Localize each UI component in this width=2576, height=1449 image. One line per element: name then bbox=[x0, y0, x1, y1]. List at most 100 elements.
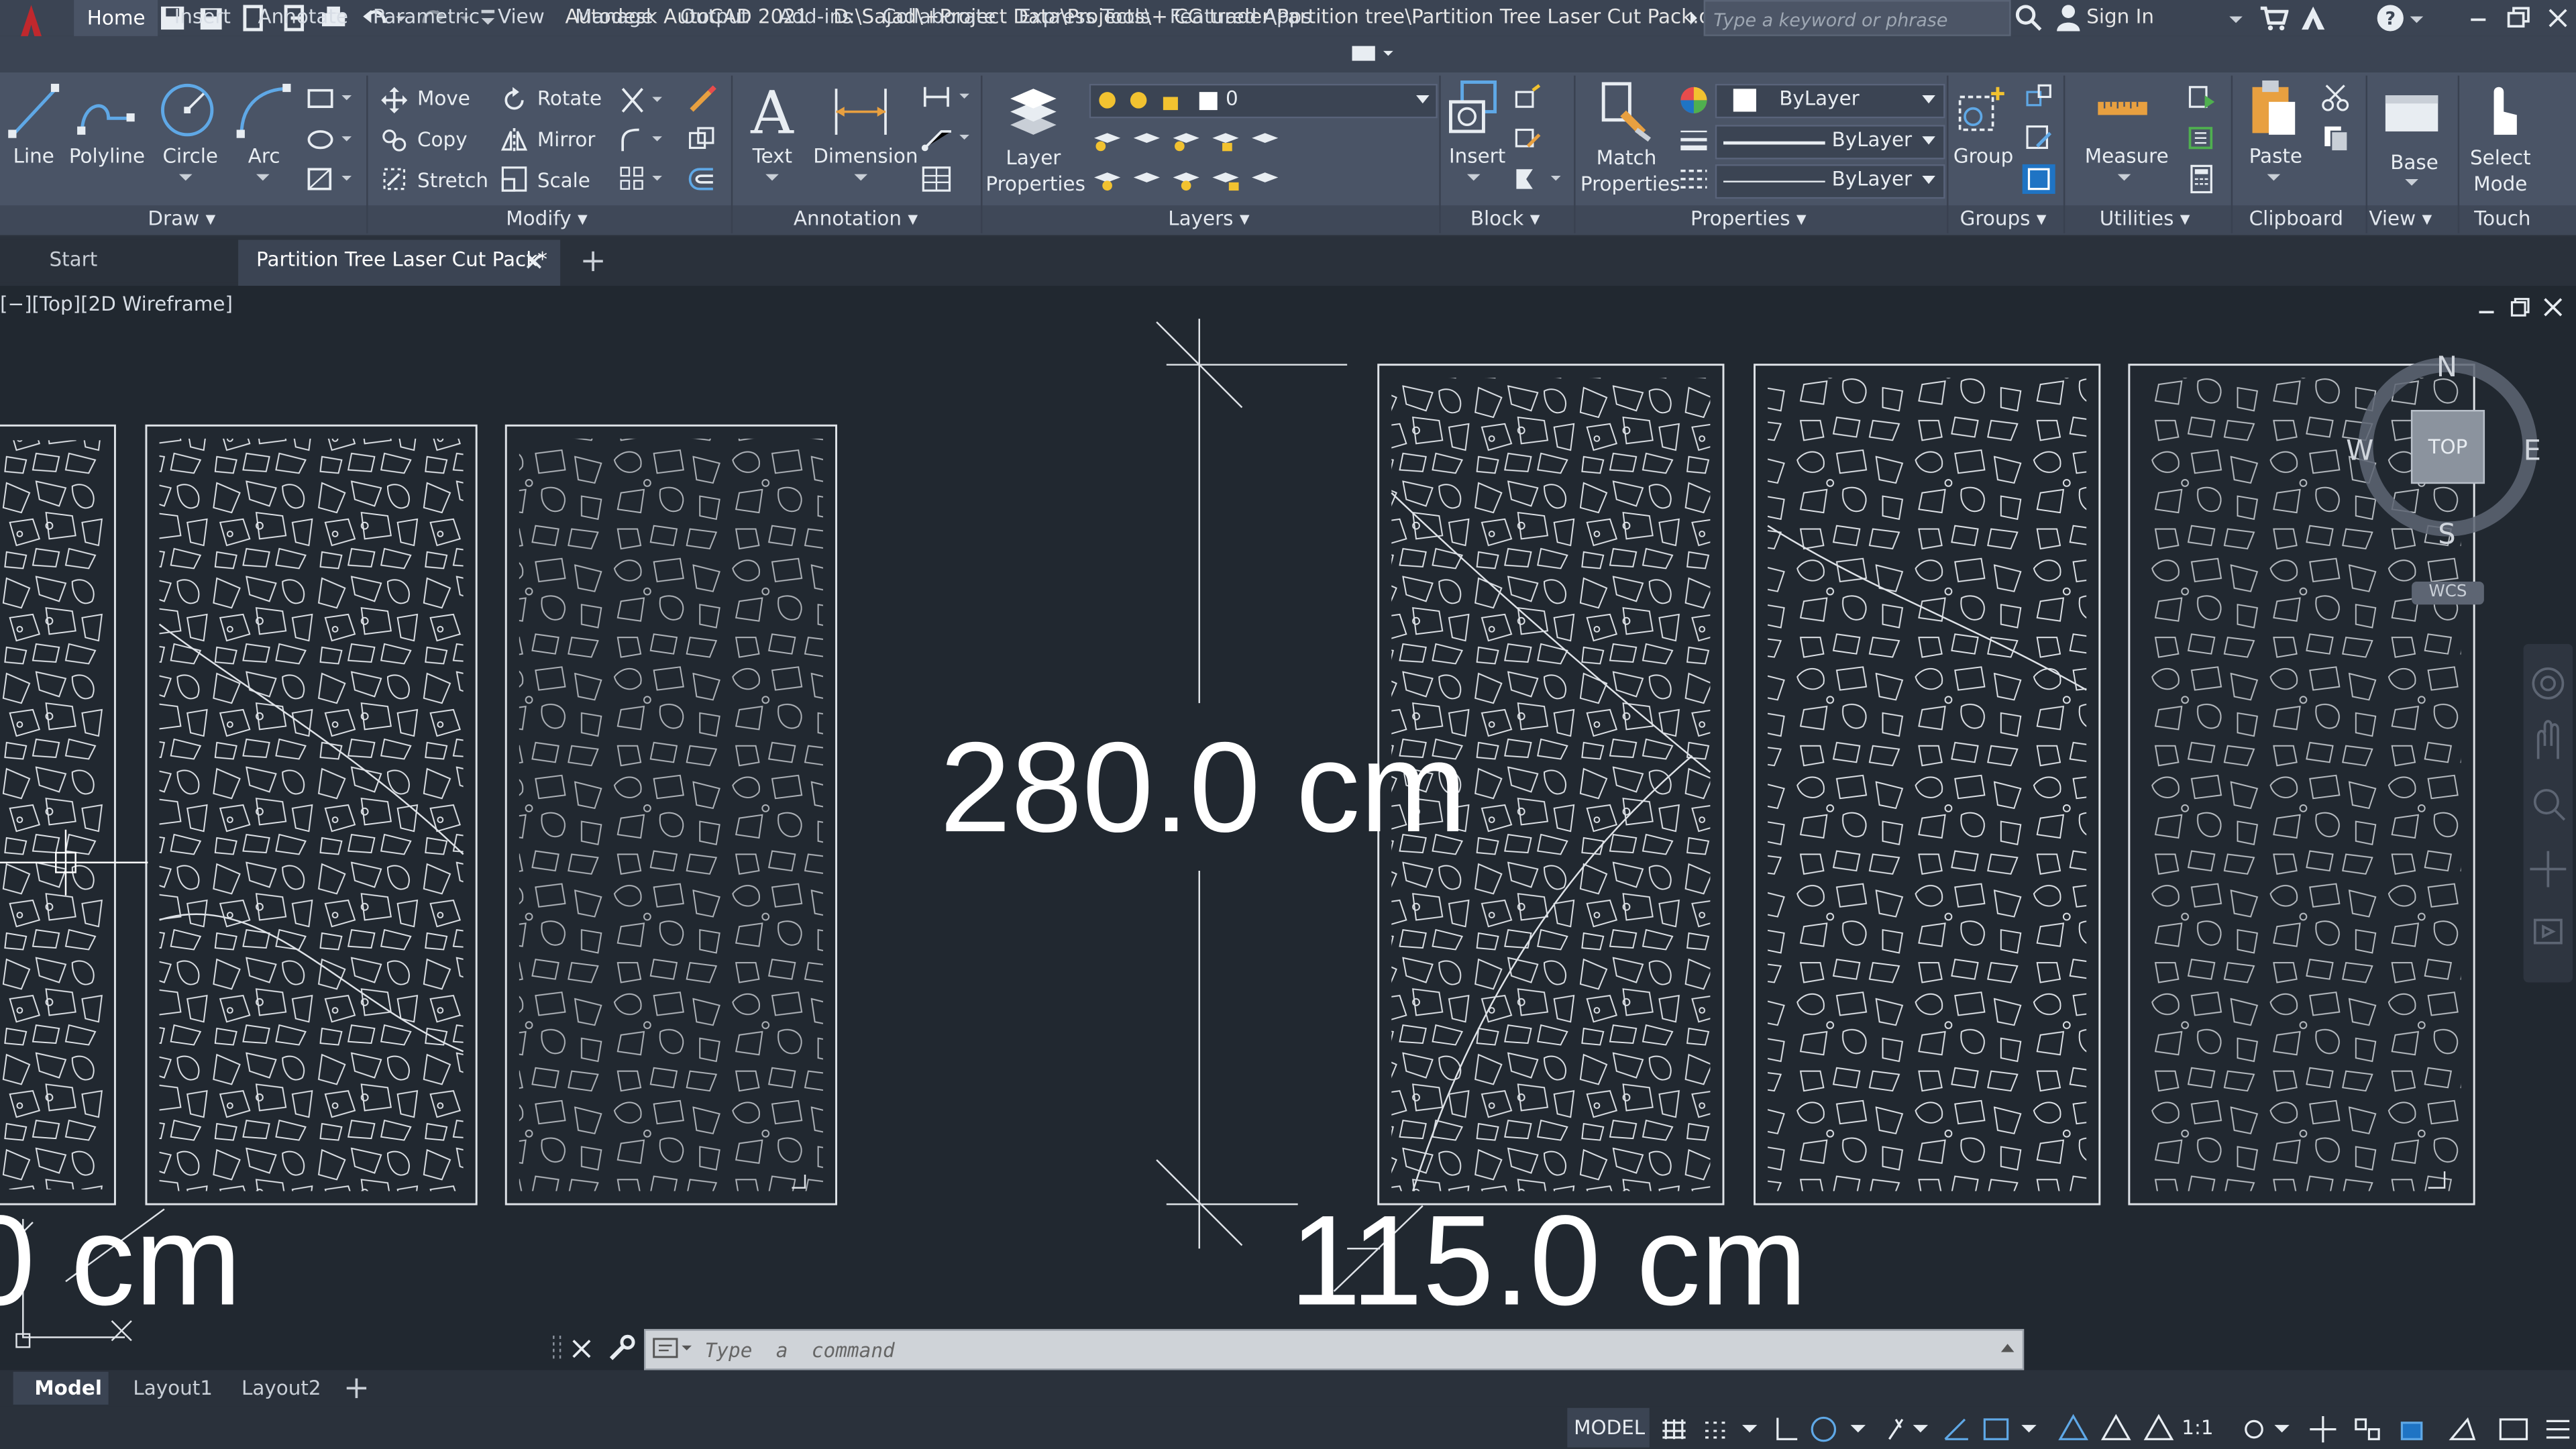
properties-panel-title[interactable]: Properties ▾ bbox=[1690, 207, 1807, 230]
cut-icon[interactable] bbox=[2320, 82, 2353, 111]
circle-dropdown-icon[interactable] bbox=[177, 171, 193, 184]
scale-button[interactable]: Scale bbox=[537, 169, 590, 192]
layer-tools-row-1[interactable] bbox=[1091, 125, 1288, 154]
compass-west[interactable]: W bbox=[2346, 435, 2373, 468]
close-icon[interactable] bbox=[2543, 3, 2573, 33]
table-icon[interactable] bbox=[920, 164, 953, 194]
viewport-restore-icon[interactable] bbox=[2509, 296, 2532, 319]
copy-button[interactable]: Copy bbox=[417, 128, 468, 151]
group-button[interactable]: Group bbox=[1953, 145, 2014, 168]
measure-icon[interactable] bbox=[2094, 95, 2150, 125]
rotate-button[interactable]: Rotate bbox=[537, 87, 602, 110]
showmotion-icon[interactable] bbox=[2524, 904, 2573, 953]
drawing-viewport[interactable]: 280.0 cm 115.0 cm 0 cm N S E W TOP WCS bbox=[0, 286, 2576, 1364]
create-block-icon[interactable] bbox=[1511, 82, 1544, 111]
insert-block-icon[interactable] bbox=[1446, 79, 1501, 138]
group-edit-icon[interactable] bbox=[2024, 123, 2053, 153]
compass-south[interactable]: S bbox=[2438, 519, 2455, 552]
customization-menu-icon[interactable] bbox=[2540, 1409, 2573, 1446]
paste-icon[interactable] bbox=[2247, 79, 2300, 142]
viewcube-top-face[interactable]: TOP bbox=[2428, 435, 2468, 458]
erase-icon[interactable] bbox=[687, 85, 716, 115]
file-tab-active-label[interactable]: Partition Tree Laser Cut Pack* bbox=[256, 248, 547, 271]
help-icon[interactable]: ? bbox=[2375, 3, 2405, 33]
edit-block-icon[interactable] bbox=[1511, 123, 1544, 153]
tab-insert[interactable]: Insert bbox=[174, 5, 231, 28]
tab-home[interactable]: Home bbox=[74, 0, 159, 36]
steering-wheel-icon[interactable] bbox=[2524, 644, 2573, 710]
text-icon[interactable]: A bbox=[746, 80, 798, 140]
orbit-icon[interactable] bbox=[2524, 838, 2573, 887]
height-dimension-text[interactable]: 280.0 cm bbox=[940, 713, 1467, 861]
linear-dimension-icon[interactable] bbox=[920, 82, 972, 111]
move-icon[interactable] bbox=[381, 87, 408, 113]
help-search-input[interactable] bbox=[1705, 5, 2010, 36]
restore-icon[interactable] bbox=[2504, 3, 2533, 33]
layer-dropdown[interactable]: 0 bbox=[1089, 83, 1438, 119]
draw-panel-title[interactable]: Draw ▾ bbox=[148, 207, 215, 230]
viewport-close-icon[interactable] bbox=[2542, 296, 2565, 319]
measure-dropdown-icon[interactable] bbox=[2116, 171, 2132, 184]
block-panel-title[interactable]: Block ▾ bbox=[1470, 207, 1540, 230]
color-wheel-icon[interactable] bbox=[1679, 85, 1709, 115]
command-expand-icon[interactable] bbox=[1999, 1342, 2015, 1356]
sign-in-label[interactable]: Sign In bbox=[2086, 5, 2154, 28]
linetype-dropdown[interactable]: ByLayer bbox=[1715, 164, 1945, 199]
view-panel-title[interactable]: View ▾ bbox=[2369, 207, 2432, 230]
wcs-menu[interactable]: WCS bbox=[2412, 581, 2484, 605]
ribbon-minimize-icon[interactable] bbox=[1350, 43, 1397, 66]
minimize-icon[interactable] bbox=[2464, 3, 2493, 33]
copy-icon[interactable] bbox=[381, 127, 407, 153]
partial-dimension-text[interactable]: 0 cm bbox=[0, 1186, 241, 1334]
array-icon[interactable] bbox=[619, 164, 665, 194]
block-attributes-icon[interactable] bbox=[1511, 164, 1564, 194]
zoom-extents-icon[interactable] bbox=[2524, 779, 2573, 828]
command-line[interactable] bbox=[644, 1329, 2025, 1371]
arc-icon[interactable] bbox=[235, 82, 294, 141]
arc-dropdown-icon[interactable] bbox=[255, 171, 271, 184]
pan-hand-icon[interactable] bbox=[2524, 720, 2573, 769]
viewport-minimize-icon[interactable] bbox=[2476, 296, 2499, 319]
mirror-icon[interactable] bbox=[500, 127, 528, 153]
compass-east[interactable]: E bbox=[2524, 435, 2541, 468]
utilities-panel-title[interactable]: Utilities ▾ bbox=[2100, 207, 2190, 230]
select-all-icon[interactable] bbox=[2185, 123, 2218, 153]
help-dropdown-icon[interactable] bbox=[2408, 3, 2424, 33]
calculator-icon[interactable] bbox=[2185, 164, 2218, 194]
dimension-button[interactable]: Dimension bbox=[813, 145, 918, 168]
search-expand-icon[interactable] bbox=[1686, 3, 1702, 33]
paste-dropdown-icon[interactable] bbox=[2265, 171, 2282, 184]
user-icon[interactable] bbox=[2053, 3, 2083, 33]
explode-icon[interactable] bbox=[687, 125, 716, 154]
leader-icon[interactable] bbox=[920, 123, 972, 153]
rotate-icon[interactable] bbox=[501, 87, 527, 113]
command-input[interactable] bbox=[701, 1334, 1990, 1367]
add-layout-plus-icon[interactable] bbox=[345, 1377, 368, 1399]
measure-button[interactable]: Measure bbox=[2085, 145, 2169, 168]
file-tab-start-label[interactable]: Start bbox=[49, 248, 97, 271]
copy-clip-icon[interactable] bbox=[2320, 123, 2353, 153]
command-customize-wrench-icon[interactable] bbox=[606, 1334, 636, 1364]
base-button[interactable]: Base bbox=[2390, 151, 2438, 174]
file-tab-start[interactable] bbox=[0, 239, 239, 283]
layout-tab-model[interactable]: Model bbox=[34, 1377, 101, 1399]
match-properties-button[interactable]: Match Properties bbox=[1580, 145, 1680, 197]
model-space-button[interactable]: MODEL bbox=[1574, 1416, 1645, 1439]
cart-icon[interactable] bbox=[2259, 3, 2289, 33]
polyline-button[interactable]: Polyline bbox=[69, 145, 145, 168]
viewcube[interactable]: N S E W TOP bbox=[2346, 345, 2550, 552]
autodesk-a360-icon[interactable] bbox=[2298, 3, 2328, 33]
circle-button[interactable]: Circle bbox=[162, 145, 218, 168]
layer-properties-icon[interactable] bbox=[1000, 79, 1066, 145]
tab-express-tools[interactable]: Express Tools bbox=[1018, 5, 1150, 28]
new-tab-plus-icon[interactable] bbox=[582, 250, 604, 272]
modify-panel-title[interactable]: Modify ▾ bbox=[506, 207, 587, 230]
annotation-scale[interactable]: 1:1 bbox=[2182, 1416, 2213, 1439]
quick-select-icon[interactable] bbox=[2185, 82, 2218, 111]
move-button[interactable]: Move bbox=[417, 87, 470, 110]
command-history-icon[interactable] bbox=[652, 1336, 695, 1362]
base-view-icon[interactable] bbox=[2382, 89, 2441, 138]
tab-annotate[interactable]: Annotate bbox=[258, 5, 348, 28]
trim-icon[interactable] bbox=[619, 85, 665, 115]
base-dropdown-icon[interactable] bbox=[2404, 176, 2420, 189]
